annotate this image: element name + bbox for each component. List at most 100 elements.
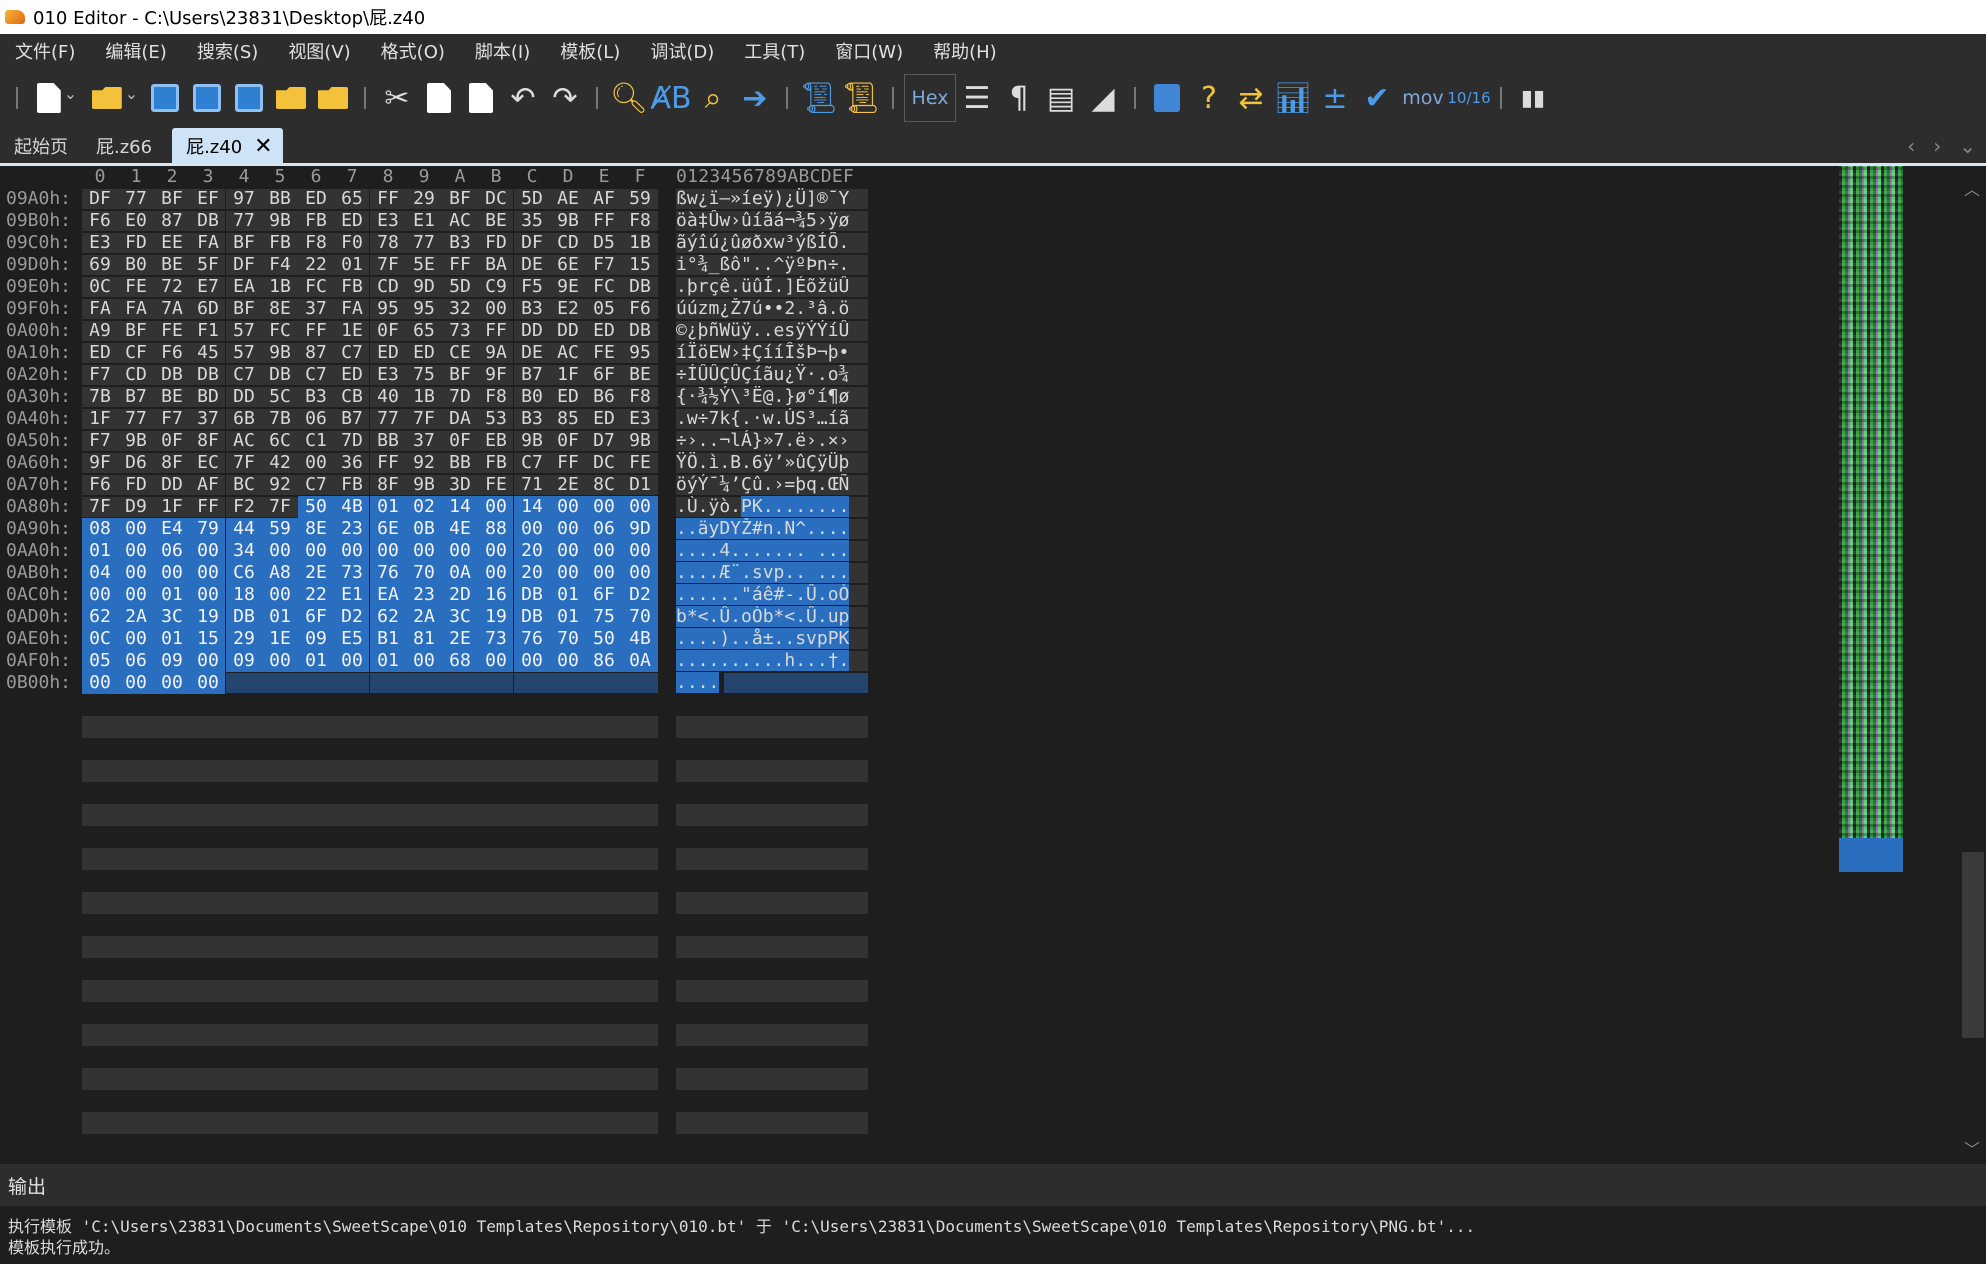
hex-byte[interactable]: 00: [118, 562, 154, 584]
hex-byte[interactable]: FF: [478, 320, 514, 342]
hex-byte[interactable]: DD: [154, 474, 190, 496]
hex-byte[interactable]: 4B: [622, 628, 658, 650]
hex-byte[interactable]: C9: [478, 276, 514, 298]
row-characters[interactable]: ÷›..¬lÁ}»7.ë›.×›: [676, 430, 868, 452]
hex-byte[interactable]: FD: [118, 474, 154, 496]
hex-byte[interactable]: 1B: [622, 232, 658, 254]
hex-byte[interactable]: 7F: [82, 496, 118, 518]
hex-byte[interactable]: 6F: [586, 364, 622, 386]
hex-byte[interactable]: E2: [550, 298, 586, 320]
hex-byte[interactable]: 9D: [406, 276, 442, 298]
hex-byte[interactable]: 86: [586, 650, 622, 672]
hex-byte[interactable]: 92: [262, 474, 298, 496]
hex-byte[interactable]: 00: [550, 518, 586, 540]
hex-byte[interactable]: 00: [550, 562, 586, 584]
hex-byte[interactable]: 3C: [154, 606, 190, 628]
hex-byte[interactable]: DF: [514, 232, 550, 254]
hex-byte[interactable]: B7: [334, 408, 370, 430]
hex-byte[interactable]: 00: [118, 628, 154, 650]
hex-byte[interactable]: 4E: [442, 518, 478, 540]
hex-byte[interactable]: 9A: [478, 342, 514, 364]
hex-byte[interactable]: BF: [442, 364, 478, 386]
hex-byte[interactable]: 0C: [82, 276, 118, 298]
hex-byte[interactable]: 69: [82, 254, 118, 276]
hex-byte[interactable]: 09: [226, 650, 262, 672]
scroll-down-icon[interactable]: ﹀: [1964, 1136, 1980, 1160]
hex-byte[interactable]: EF: [190, 188, 226, 210]
hex-byte[interactable]: 1F: [82, 408, 118, 430]
open-folder-button[interactable]: [270, 74, 312, 122]
hex-byte[interactable]: 00: [622, 496, 658, 518]
hex-byte[interactable]: 8F: [190, 430, 226, 452]
hex-byte[interactable]: 95: [370, 298, 406, 320]
tab-start-page[interactable]: 起始页: [0, 128, 82, 164]
hex-byte[interactable]: FB: [262, 232, 298, 254]
hex-byte[interactable]: 00: [334, 540, 370, 562]
hex-byte[interactable]: AC: [442, 210, 478, 232]
hex-byte[interactable]: FF: [586, 210, 622, 232]
hex-byte[interactable]: 78: [370, 232, 406, 254]
hex-byte[interactable]: 00: [154, 672, 190, 694]
hex-byte[interactable]: 00: [118, 518, 154, 540]
row-characters[interactable]: ....)..å±..svpPK: [676, 628, 868, 650]
hex-byte[interactable]: 70: [622, 606, 658, 628]
tab-file-z40[interactable]: 屁.z40 ✕: [172, 128, 283, 164]
hex-byte[interactable]: AC: [550, 342, 586, 364]
hex-byte[interactable]: 8E: [298, 518, 334, 540]
scroll-up-icon[interactable]: ︿: [1964, 176, 1980, 200]
hex-byte[interactable]: 00: [514, 518, 550, 540]
hex-byte[interactable]: FC: [298, 276, 334, 298]
hex-byte[interactable]: BD: [190, 386, 226, 408]
hex-byte[interactable]: 00: [550, 540, 586, 562]
hex-byte[interactable]: D7: [586, 430, 622, 452]
hex-byte[interactable]: 7F: [406, 408, 442, 430]
hex-byte[interactable]: DE: [514, 342, 550, 364]
hex-byte[interactable]: BE: [154, 254, 190, 276]
hex-byte[interactable]: 23: [334, 518, 370, 540]
calculator-button[interactable]: [1146, 74, 1188, 122]
chevron-right-icon[interactable]: ›: [1933, 134, 1941, 158]
hex-byte[interactable]: FF: [550, 452, 586, 474]
hex-byte[interactable]: 65: [406, 320, 442, 342]
hex-byte[interactable]: 16: [478, 584, 514, 606]
hex-byte[interactable]: F8: [298, 232, 334, 254]
hex-byte[interactable]: DF: [82, 188, 118, 210]
menu-format[interactable]: 格式(O): [372, 34, 454, 68]
hex-byte[interactable]: ED: [586, 408, 622, 430]
hex-byte[interactable]: 9B: [514, 430, 550, 452]
file-overview-map[interactable]: [1839, 166, 1903, 872]
hex-byte[interactable]: FE: [478, 474, 514, 496]
hex-byte[interactable]: 00: [190, 562, 226, 584]
hex-byte[interactable]: 87: [298, 342, 334, 364]
hex-byte[interactable]: 01: [550, 606, 586, 628]
hex-byte[interactable]: F6: [622, 298, 658, 320]
row-characters[interactable]: öà‡Ûw›ûíãá¬¾5›ÿø: [676, 210, 868, 232]
hex-byte[interactable]: EA: [370, 584, 406, 606]
hex-byte[interactable]: 00: [514, 650, 550, 672]
goto-button[interactable]: ➔: [734, 74, 776, 122]
hex-byte[interactable]: 9E: [550, 276, 586, 298]
hex-byte[interactable]: 53: [478, 408, 514, 430]
row-characters[interactable]: {·¾½Ý\³Ë@.}ø°í¶ø: [676, 386, 868, 408]
hex-byte[interactable]: 09: [298, 628, 334, 650]
hex-byte[interactable]: 1F: [550, 364, 586, 386]
tab-file-z66[interactable]: 屁.z66: [82, 128, 166, 164]
hex-byte[interactable]: 7B: [82, 386, 118, 408]
hex-byte[interactable]: 37: [298, 298, 334, 320]
hex-byte[interactable]: 23: [406, 584, 442, 606]
hex-byte[interactable]: 7F: [370, 254, 406, 276]
hex-byte[interactable]: 00: [478, 562, 514, 584]
hex-byte[interactable]: 2A: [118, 606, 154, 628]
hex-byte[interactable]: 65: [334, 188, 370, 210]
row-characters[interactable]: i°¾_ßô"..^ÿºÞn÷.: [676, 254, 868, 276]
hex-byte[interactable]: 1B: [262, 276, 298, 298]
hex-byte[interactable]: 00: [442, 540, 478, 562]
replace-button[interactable]: ȺB: [650, 74, 692, 122]
hex-byte[interactable]: FB: [478, 452, 514, 474]
hex-byte[interactable]: 77: [226, 210, 262, 232]
hex-byte[interactable]: 01: [82, 540, 118, 562]
hex-byte[interactable]: FC: [262, 320, 298, 342]
hex-byte[interactable]: FE: [154, 320, 190, 342]
close-icon[interactable]: ✕: [254, 134, 272, 159]
hex-byte[interactable]: 6E: [550, 254, 586, 276]
